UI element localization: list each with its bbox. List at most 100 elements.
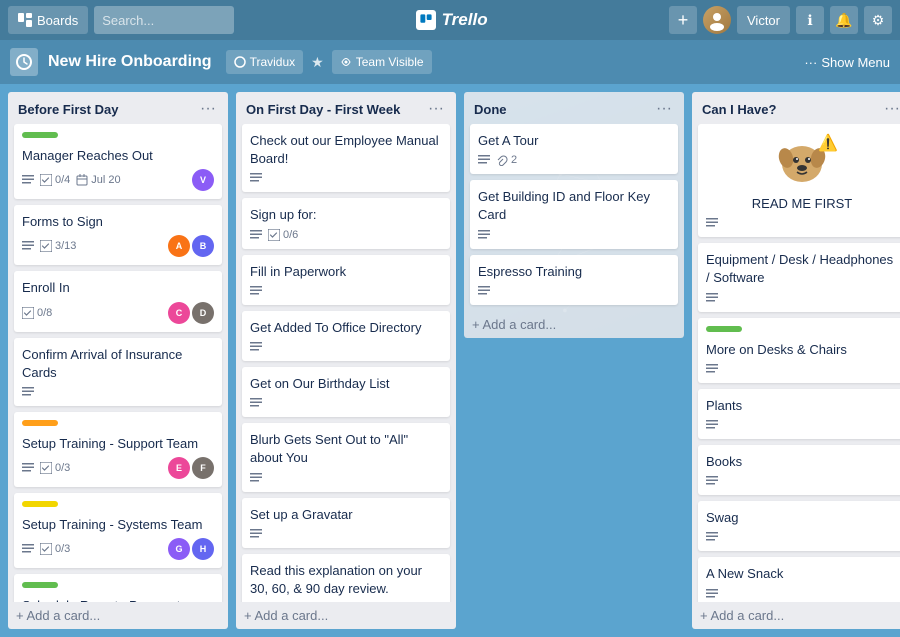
list-cards-on-first-day: Check out our Employee Manual Board! Sig… (236, 124, 456, 602)
badge-checklist: 0/3 (40, 543, 70, 555)
add-card-done[interactable]: + Add a card... (464, 311, 684, 338)
search-input[interactable] (94, 6, 234, 34)
badge-checklist: 0/3 (40, 462, 70, 474)
card-title: More on Desks & Chairs (706, 341, 898, 359)
trello-logo: Trello (240, 10, 663, 30)
visibility-label: Team Visible (356, 55, 424, 69)
badge-lines (250, 472, 262, 484)
card-office-directory[interactable]: Get Added To Office Directory (242, 311, 450, 361)
badge-lines (706, 217, 718, 229)
workspace-button[interactable]: Travidux (226, 50, 304, 74)
add-card-can-i-have[interactable]: + Add a card... (692, 602, 900, 629)
card-building-id[interactable]: Get Building ID and Floor Key Card (470, 180, 678, 248)
show-menu-button[interactable]: ··· Show Menu (804, 55, 890, 70)
badge-lines (250, 397, 262, 409)
card-title: Setup Training - Systems Team (22, 516, 214, 534)
card-meta: 0/4 Jul 20 V (22, 169, 214, 191)
card-birthday-list[interactable]: Get on Our Birthday List (242, 367, 450, 417)
card-plants[interactable]: Plants (698, 389, 900, 439)
label-green (706, 326, 742, 332)
card-title: Get Added To Office Directory (250, 319, 442, 337)
card-title: Blurb Gets Sent Out to "All" about You (250, 431, 442, 467)
badge-lines (706, 531, 718, 543)
nav-right: + Victor ℹ 🔔 ⚙ (669, 6, 892, 34)
card-fill-paperwork[interactable]: Fill in Paperwork (242, 255, 450, 305)
username-button[interactable]: Victor (737, 6, 790, 34)
card-title: Get Building ID and Floor Key Card (478, 188, 670, 224)
username-label: Victor (747, 13, 780, 28)
card-blurb[interactable]: Blurb Gets Sent Out to "All" about You (242, 423, 450, 491)
card-new-snack[interactable]: A New Snack (698, 557, 900, 602)
card-employee-manual[interactable]: Check out our Employee Manual Board! (242, 124, 450, 192)
settings-button[interactable]: ⚙ (864, 6, 892, 34)
card-title: Swag (706, 509, 898, 527)
list-done: Done ··· Get A Tour 2 (464, 92, 684, 338)
boards-button[interactable]: Boards (8, 6, 88, 34)
add-card-before-first-day[interactable]: + Add a card... (8, 602, 228, 629)
card-sign-up[interactable]: Sign up for: 0/6 (242, 198, 450, 248)
card-title: Confirm Arrival of Insurance Cards (22, 346, 214, 382)
list-header-on-first-day: On First Day - First Week ··· (236, 92, 456, 124)
list-cards-before-first-day: Manager Reaches Out 0/4 Jul 20 V (8, 124, 228, 602)
card-gravatar[interactable]: Set up a Gravatar (242, 498, 450, 548)
card-schedule-remote-payments[interactable]: Schedule Remote Payments (14, 574, 222, 602)
list-header-before-first-day: Before First Day ··· (8, 92, 228, 124)
badge-lines (250, 341, 262, 353)
badge-checklist: 0/6 (268, 229, 298, 241)
card-avatar: A (168, 235, 190, 257)
card-title: Fill in Paperwork (250, 263, 442, 281)
card-title: READ ME FIRST (706, 195, 898, 213)
trello-logo-text: Trello (442, 10, 488, 30)
card-setup-training-systems[interactable]: Setup Training - Systems Team 0/3 G H (14, 493, 222, 568)
list-menu-before-first-day[interactable]: ··· (198, 100, 218, 118)
label-green (22, 132, 58, 138)
add-card-on-first-day[interactable]: + Add a card... (236, 602, 456, 629)
card-title: Get on Our Birthday List (250, 375, 442, 393)
label-yellow (22, 501, 58, 507)
card-avatar: D (192, 302, 214, 324)
list-title-done: Done (474, 102, 654, 117)
card-title: A New Snack (706, 565, 898, 583)
card-title: Plants (706, 397, 898, 415)
card-manager-reaches-out[interactable]: Manager Reaches Out 0/4 Jul 20 V (14, 124, 222, 199)
card-read-me-first[interactable]: ⚠️ READ ME FIRST (698, 124, 900, 237)
badge-lines (706, 292, 718, 304)
card-get-a-tour[interactable]: Get A Tour 2 (470, 124, 678, 174)
list-menu-can-i-have[interactable]: ··· (882, 100, 900, 118)
card-avatars: C D (168, 302, 214, 324)
card-title: Sign up for: (250, 206, 442, 224)
card-title: Espresso Training (478, 263, 670, 281)
list-before-first-day: Before First Day ··· Manager Reaches Out… (8, 92, 228, 629)
card-confirm-arrival[interactable]: Confirm Arrival of Insurance Cards (14, 338, 222, 406)
list-on-first-day: On First Day - First Week ··· Check out … (236, 92, 456, 629)
star-button[interactable]: ★ (311, 54, 324, 71)
badge-lines (478, 154, 490, 166)
card-swag[interactable]: Swag (698, 501, 900, 551)
badge-lines (478, 285, 490, 297)
bell-button[interactable]: 🔔 (830, 6, 858, 34)
show-menu-label: Show Menu (821, 55, 890, 70)
card-desks-chairs[interactable]: More on Desks & Chairs (698, 318, 900, 383)
visibility-button[interactable]: Team Visible (332, 50, 432, 74)
list-menu-done[interactable]: ··· (654, 100, 674, 118)
card-90-day-review[interactable]: Read this explanation on your 30, 60, & … (242, 554, 450, 602)
info-button[interactable]: ℹ (796, 6, 824, 34)
add-button[interactable]: + (669, 6, 697, 34)
card-setup-training-support[interactable]: Setup Training - Support Team 0/3 E F (14, 412, 222, 487)
card-books[interactable]: Books (698, 445, 900, 495)
card-avatar: V (192, 169, 214, 191)
card-enroll-in[interactable]: Enroll In 0/8 C D (14, 271, 222, 331)
user-avatar[interactable] (703, 6, 731, 34)
badge-lines (250, 172, 262, 184)
card-equipment[interactable]: Equipment / Desk / Headphones / Software (698, 243, 900, 311)
list-menu-on-first-day[interactable]: ··· (426, 100, 446, 118)
label-green (22, 582, 58, 588)
badge-checklist: 3/13 (40, 240, 76, 252)
card-avatars: A B (168, 235, 214, 257)
badge-lines (706, 363, 718, 375)
card-espresso-training[interactable]: Espresso Training (470, 255, 678, 305)
badge-attachment: 2 (496, 154, 517, 166)
card-forms-to-sign[interactable]: Forms to Sign 3/13 A B (14, 205, 222, 265)
workspace-label: Travidux (250, 55, 296, 69)
alert-icon: ⚠️ (818, 133, 838, 153)
